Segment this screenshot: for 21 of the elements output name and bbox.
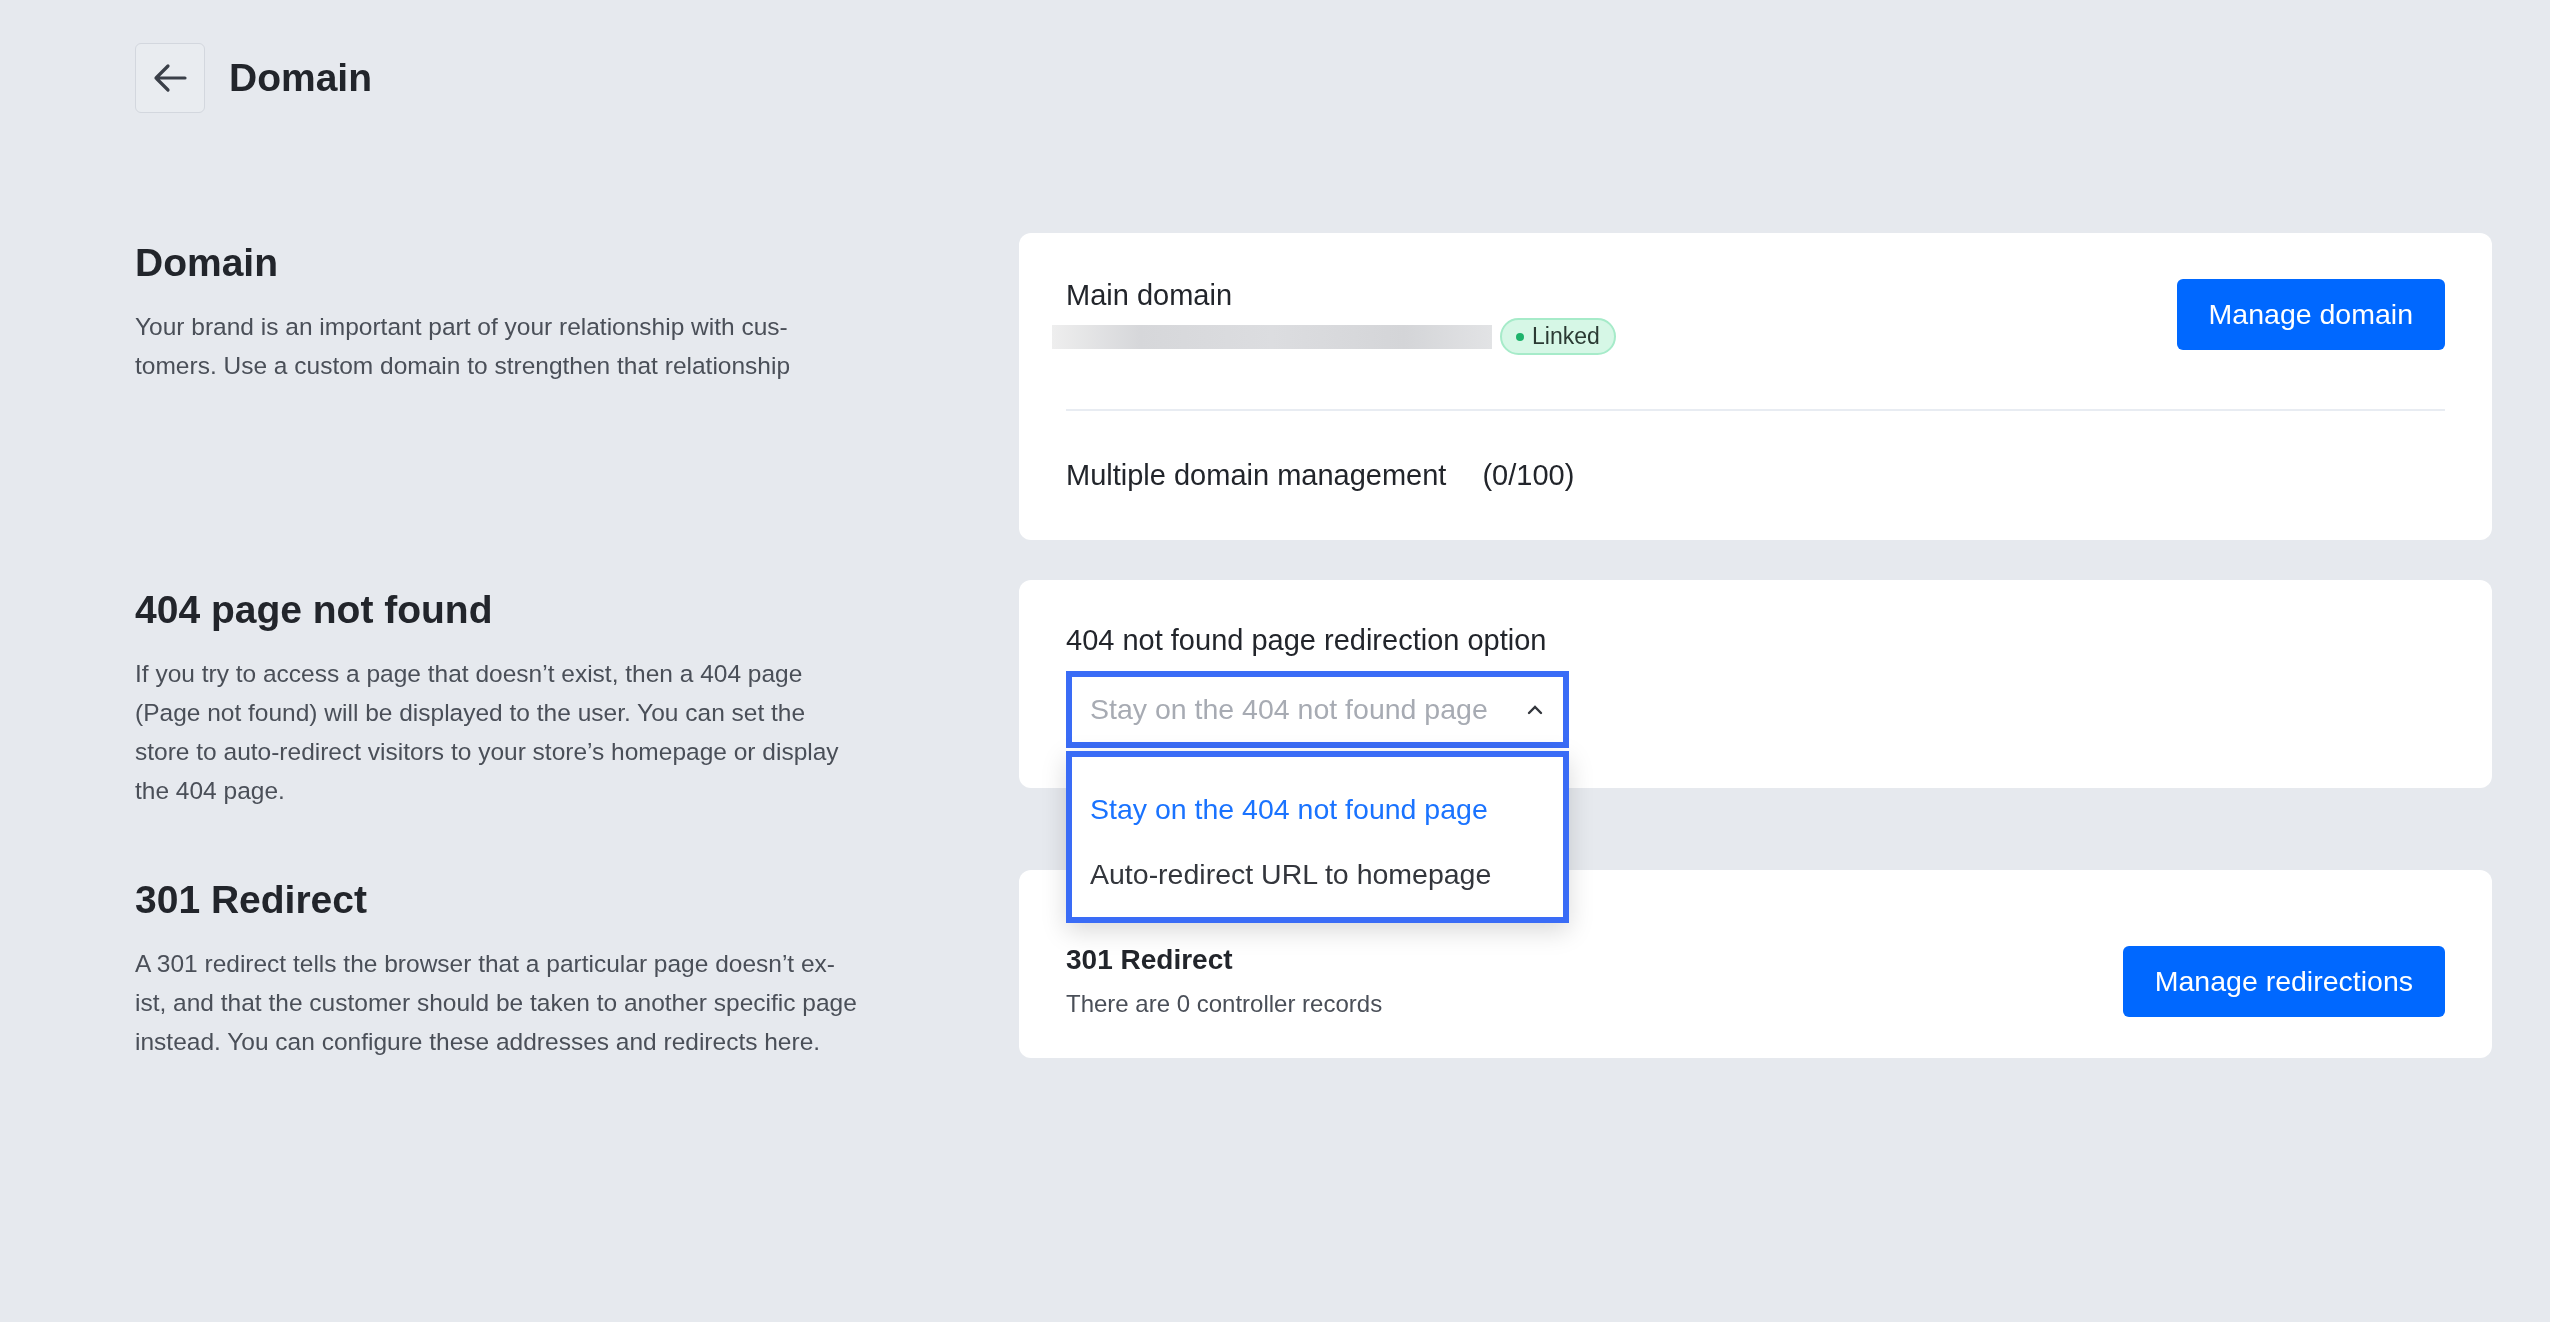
dropdown-option[interactable]: Auto-redirect URL to homepage <box>1072 842 1563 907</box>
dropdown-option[interactable]: Stay on the 404 not found page <box>1072 777 1563 842</box>
manage-domain-button[interactable]: Manage domain <box>2176 279 2445 350</box>
section-description: A 301 redirect tells the browser that a particular page doesn’t ex-ist, and that the customer should be taken to another specific page instead. You can configure these addresses and redirects here. <box>135 949 858 1057</box>
back-button[interactable] <box>135 43 205 113</box>
section-description: Your brand is an important part of your relationship with cus-tomers. Use a custom domain to strengthen that relationship <box>135 312 792 381</box>
section-heading: 404 page not found <box>135 588 494 632</box>
domain-count: (0/100) <box>1482 459 1575 492</box>
section-heading: 301 Redirect <box>135 878 368 922</box>
redirection-option-label: 404 not found page redirection option <box>1066 624 1548 657</box>
back-arrow-icon <box>153 63 187 93</box>
records-note: There are 0 controller records <box>1066 990 1383 1018</box>
main-domain-label: Main domain <box>1066 279 1234 312</box>
manage-redirections-button[interactable]: Manage redirections <box>2122 945 2445 1017</box>
section-heading: Domain <box>135 241 279 285</box>
section-description: If you try to access a page that doesn’t exist, then a 404 page (Page not found) will be displayed to the user. You can set the store to auto-redirect visitors to your store’s homepage or display the 404 page. <box>135 659 840 806</box>
page-title: Domain <box>229 56 372 100</box>
status-badge: Linked <box>1500 318 1616 355</box>
redirect-title: 301 Redirect <box>1066 944 1234 976</box>
status-dot-icon <box>1516 332 1524 341</box>
multiple-domain-label: Multiple domain management <box>1066 459 1447 492</box>
